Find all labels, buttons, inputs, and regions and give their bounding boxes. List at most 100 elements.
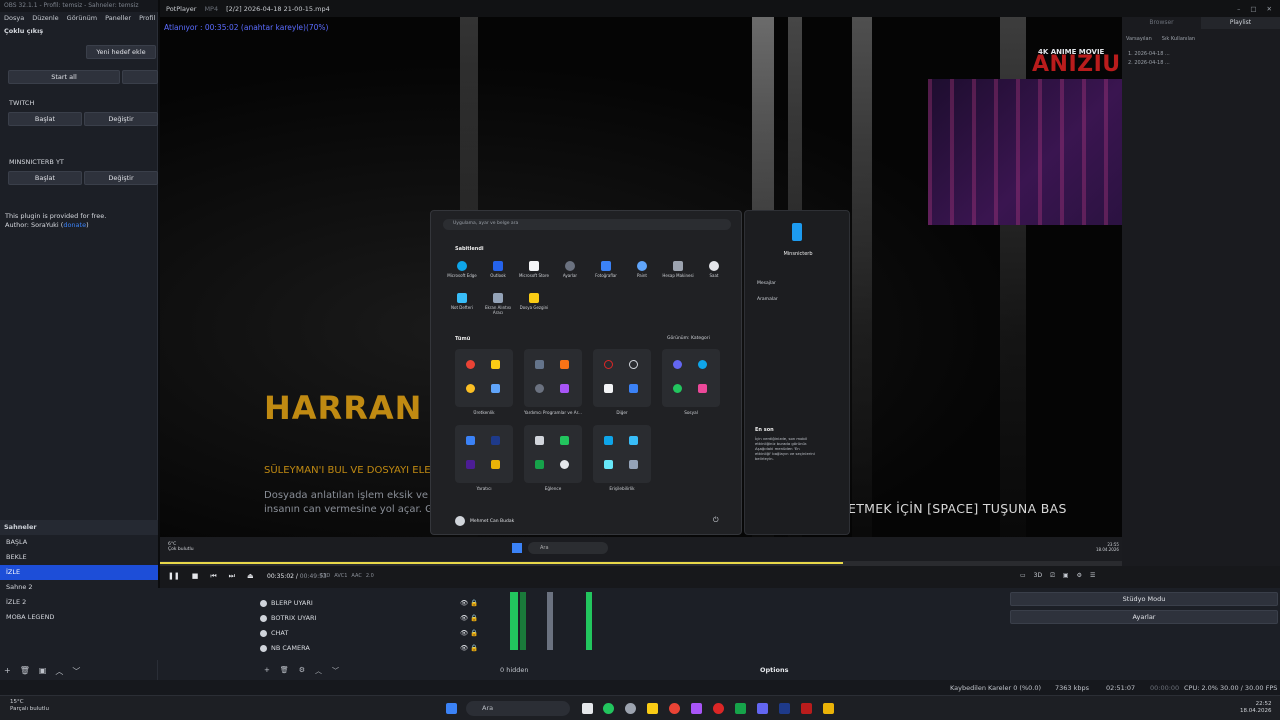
options-button[interactable]: Options [760,666,788,674]
move-up-icon[interactable]: ︿ [315,666,322,676]
settings-icon[interactable]: ⚙ [1077,572,1082,580]
app-icon[interactable] [603,703,614,714]
start-all-button[interactable]: Start all [8,70,120,84]
chrome-icon[interactable] [669,703,680,714]
menu-docks[interactable]: Paneller [105,14,131,22]
3d-icon[interactable]: 3D [1034,572,1042,580]
source-item[interactable]: NB CAMERA [260,641,392,656]
close-icon[interactable]: ✕ [1267,5,1272,13]
pinned-app[interactable]: Saat [696,261,732,278]
next-icon[interactable]: ⏭ [229,572,235,581]
scene-item[interactable]: MOBA LEGEND [0,610,158,625]
app-icon[interactable] [801,703,812,714]
pinned-app[interactable]: Paint [624,261,660,278]
tab-browser[interactable]: Browser [1122,17,1201,29]
move-down-icon[interactable]: ﹀ [332,666,339,676]
scene-item-selected[interactable]: İZLE [0,565,158,580]
source-item[interactable]: BLERP UYARI [260,596,392,611]
eject-icon[interactable]: ⏏ [247,572,254,581]
steam-icon[interactable] [779,703,790,714]
tab-favorites[interactable]: Sık Kullanılan [1162,36,1195,42]
eye-icon[interactable]: 👁 🔒 [460,626,478,641]
scene-filter-icon[interactable]: ▣ [39,666,47,677]
app-group[interactable] [593,349,651,407]
file-explorer-icon[interactable] [647,703,658,714]
app-icon[interactable] [713,703,724,714]
system-clock[interactable]: 22:52 18.04.2026 [1240,701,1272,715]
pinned-app[interactable]: Not Defteri [444,293,480,310]
pinned-app[interactable]: Outlook [480,261,516,278]
windows-start-icon[interactable] [446,703,457,714]
view-mode-dropdown[interactable]: Görünüm: Kategori [667,336,710,341]
menu-profile[interactable]: Profil [139,14,155,22]
scene-item[interactable]: Sahne 2 [0,580,158,595]
eye-icon[interactable]: 👁 🔒 [460,641,478,656]
app-icon[interactable] [691,703,702,714]
maximize-icon[interactable]: □ [1250,5,1256,13]
pinned-app[interactable]: Fotoğraflar [588,261,624,278]
user-account[interactable]: Mehmet Can Budak [455,516,514,526]
messages-link[interactable]: Mesajlar [757,281,776,286]
stop-icon[interactable]: ■ [192,572,199,581]
tab-default[interactable]: Varsayılan [1126,36,1152,42]
source-properties-icon[interactable]: ⚙ [299,666,305,676]
pause-icon[interactable]: ❚❚ [168,572,180,581]
pinned-app[interactable]: Dosya Gezgini [516,293,552,310]
remove-scene-icon[interactable]: 🗑 [20,666,30,677]
minimize-icon[interactable]: – [1237,5,1240,13]
task-view-icon[interactable] [582,703,593,714]
start-search-input[interactable]: Uygulama, ayar ve belge ara [443,219,731,230]
playlist-item[interactable]: 1. 2026-04-18 ... [1128,51,1170,57]
add-source-icon[interactable]: + [264,666,270,676]
move-down-icon[interactable]: ﹀ [72,666,80,677]
move-up-icon[interactable]: ︿ [55,666,63,677]
donate-link[interactable]: donate [63,221,86,229]
pinned-app[interactable]: Microsoft Store [516,261,552,278]
app-group[interactable] [593,425,651,483]
menu-view[interactable]: Görünüm [67,14,97,22]
source-item[interactable]: BOTRIX UYARI [260,611,392,626]
weather-widget[interactable]: 15°C Parçalı bulutlu [10,699,49,713]
screen-icon[interactable]: ▣ [1063,572,1069,580]
remove-source-icon[interactable]: 🗑 [280,666,289,676]
subtitle-icon[interactable]: ▭ [1020,572,1026,580]
eye-icon[interactable]: 👁 🔒 [460,596,478,611]
source-item[interactable]: CHAT [260,626,392,641]
discord-icon[interactable] [757,703,768,714]
scene-item[interactable]: BAŞLA [0,535,158,550]
app-group[interactable] [662,349,720,407]
app-group[interactable] [455,349,513,407]
scene-item[interactable]: İZLE 2 [0,595,158,610]
add-target-button[interactable]: Yeni hedef ekle [86,45,156,59]
settings-button[interactable]: Ayarlar [1010,610,1278,624]
play-icon[interactable] [735,703,746,714]
potplayer-app-menu[interactable]: PotPlayer [166,5,196,13]
power-icon[interactable]: ⏻ [713,516,719,525]
pinned-app[interactable]: Ekran Alıntısı Aracı [480,293,516,315]
pinned-app[interactable]: Microsoft Edge [444,261,480,278]
youtube-start-button[interactable]: Başlat [8,171,82,185]
studio-mode-button[interactable]: Stüdyo Modu [1010,592,1278,606]
twitch-change-button[interactable]: Değiştir [84,112,158,126]
obs-icon[interactable] [625,703,636,714]
add-scene-icon[interactable]: + [4,666,11,677]
app-group[interactable] [524,425,582,483]
eye-icon[interactable]: 👁 🔒 [460,611,478,626]
tab-playlist[interactable]: Playlist [1201,17,1280,29]
pinned-app[interactable]: Ayarlar [552,261,588,278]
menu-file[interactable]: Dosya [4,14,24,22]
calls-link[interactable]: Aramalar [757,297,778,302]
previous-icon[interactable]: ⏮ [210,572,216,581]
menu-edit[interactable]: Düzenle [32,14,58,22]
scene-item[interactable]: BEKLE [0,550,158,565]
playlist-item[interactable]: 2. 2026-04-18 ... [1128,60,1170,66]
potplayer-icon[interactable] [823,703,834,714]
taskbar-search[interactable]: Ara [466,701,570,716]
youtube-change-button[interactable]: Değiştir [84,171,158,185]
app-group[interactable] [455,425,513,483]
menu-icon[interactable]: ☰ [1090,572,1095,580]
app-group[interactable] [524,349,582,407]
capture-icon[interactable]: ⎚ [1050,572,1055,580]
stop-all-button[interactable] [122,70,158,84]
pinned-app[interactable]: Hesap Makinesi [660,261,696,278]
